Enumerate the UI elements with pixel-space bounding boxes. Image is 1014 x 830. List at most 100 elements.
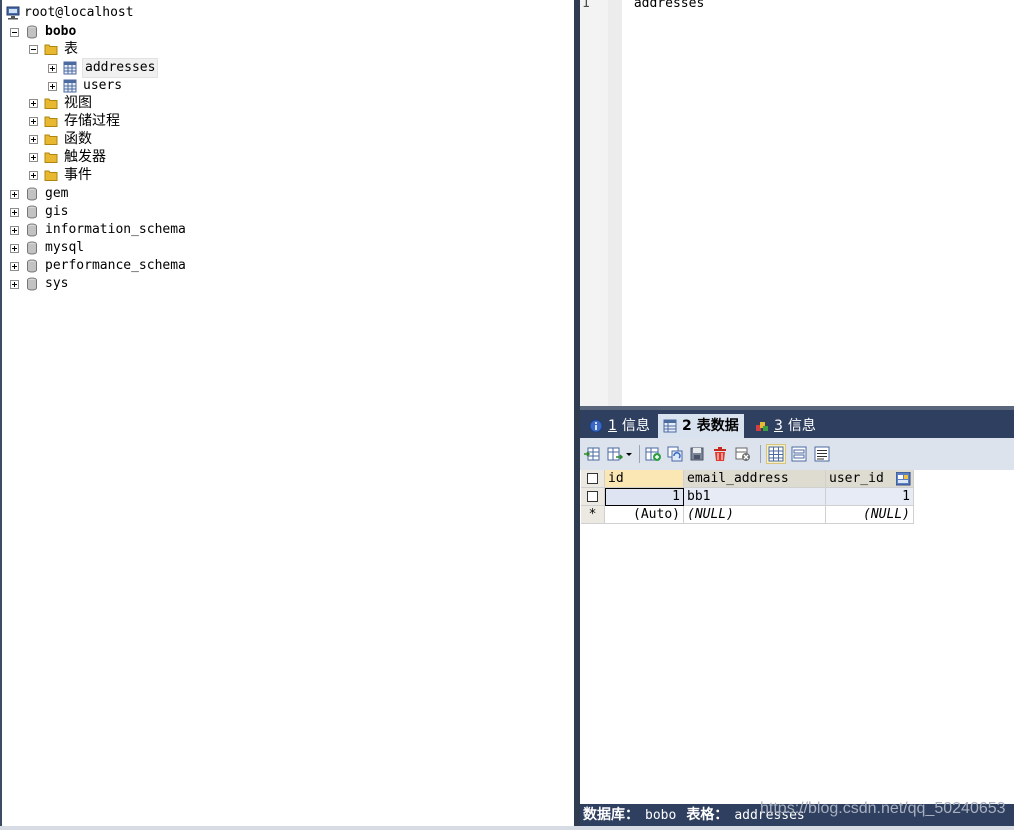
table-icon bbox=[63, 79, 77, 93]
cancel-icon bbox=[735, 447, 750, 461]
database-icon bbox=[27, 259, 37, 273]
collapse-toggle[interactable] bbox=[10, 27, 19, 37]
folder-label: 视图 bbox=[64, 95, 92, 111]
cell-email-address[interactable]: bb1 bbox=[684, 488, 826, 506]
column-header-user-id[interactable]: user_id bbox=[826, 470, 914, 488]
tree-root-connection[interactable]: root@localhost bbox=[6, 4, 134, 22]
expand-toggle[interactable] bbox=[29, 98, 38, 108]
column-picker-icon[interactable] bbox=[896, 472, 912, 486]
duplicate-row-button[interactable] bbox=[666, 445, 684, 463]
folder-icon bbox=[44, 116, 58, 127]
form-view-icon bbox=[791, 446, 807, 462]
delete-row-icon bbox=[714, 447, 726, 461]
tree-table-users[interactable]: users bbox=[48, 77, 122, 95]
info-icon bbox=[589, 419, 603, 433]
folder-icon bbox=[44, 170, 58, 181]
database-icon bbox=[27, 25, 37, 39]
tree-folder-triggers[interactable]: 触发器 bbox=[29, 148, 106, 166]
grid-view-button[interactable] bbox=[766, 444, 786, 464]
tree-db-gem[interactable]: gem bbox=[10, 185, 68, 203]
window-bottom-edge bbox=[0, 826, 1014, 830]
expand-toggle[interactable] bbox=[48, 81, 57, 91]
database-icon bbox=[27, 187, 37, 201]
column-header-email-address[interactable]: email_address bbox=[684, 470, 826, 488]
tree-folder-procedures[interactable]: 存储过程 bbox=[29, 112, 120, 130]
expand-toggle[interactable] bbox=[29, 116, 38, 126]
grid-view-icon bbox=[768, 446, 784, 462]
expand-toggle[interactable] bbox=[10, 243, 19, 253]
folder-label: 表 bbox=[64, 41, 78, 57]
expand-toggle[interactable] bbox=[48, 63, 57, 73]
expand-toggle[interactable] bbox=[10, 207, 19, 217]
cell-email-address[interactable]: (NULL) bbox=[684, 506, 826, 524]
database-icon bbox=[27, 223, 37, 237]
result-tab-strip: 1 信息 2 表数据 3 信息 bbox=[580, 406, 1014, 438]
tree-folder-functions[interactable]: 函数 bbox=[29, 130, 92, 148]
folder-icon bbox=[44, 44, 58, 55]
tree-folder-views[interactable]: 视图 bbox=[29, 94, 92, 112]
db-label: gem bbox=[45, 186, 69, 201]
expand-toggle[interactable] bbox=[10, 279, 19, 289]
tab-info[interactable]: 1 信息 bbox=[584, 414, 655, 438]
database-icon bbox=[27, 205, 37, 219]
cell-user-id[interactable]: (NULL) bbox=[826, 506, 914, 524]
tab-number: 1 bbox=[608, 418, 617, 434]
tab-label: 信息 bbox=[787, 418, 816, 434]
folder-label: 触发器 bbox=[64, 149, 106, 165]
column-header-id[interactable]: id bbox=[605, 470, 684, 488]
cancel-changes-button[interactable] bbox=[734, 445, 752, 463]
status-db-value: bobo bbox=[645, 808, 677, 823]
form-view-button[interactable] bbox=[790, 445, 808, 463]
query-editor[interactable]: 1 `addresses` bbox=[580, 0, 1014, 406]
folder-label: 存储过程 bbox=[64, 113, 120, 129]
expand-toggle[interactable] bbox=[29, 170, 38, 180]
line-number: 1 bbox=[582, 0, 590, 11]
db-label: sys bbox=[45, 276, 69, 291]
folder-label: 事件 bbox=[64, 167, 92, 183]
tree-db-bobo[interactable]: bobo bbox=[10, 23, 76, 41]
status-db-label: 数据库： bbox=[583, 807, 639, 823]
tab-number: 2 bbox=[682, 418, 692, 434]
save-button[interactable] bbox=[688, 445, 706, 463]
duplicate-row-icon bbox=[667, 446, 683, 462]
db-label: information_schema bbox=[45, 222, 186, 237]
row-select-checkbox[interactable] bbox=[581, 488, 605, 506]
checkbox-icon bbox=[587, 491, 598, 502]
tree-db-mysql[interactable]: mysql bbox=[10, 239, 84, 257]
table-label: addresses bbox=[81, 58, 159, 78]
import-button[interactable] bbox=[583, 445, 601, 463]
cell-id[interactable]: (Auto) bbox=[605, 506, 684, 524]
tab-table-data[interactable]: 2 表数据 bbox=[658, 414, 744, 438]
folder-icon bbox=[44, 152, 58, 163]
tree-table-addresses[interactable]: addresses bbox=[48, 58, 159, 78]
tree-db-sys[interactable]: sys bbox=[10, 275, 68, 293]
expand-toggle[interactable] bbox=[10, 261, 19, 271]
delete-row-button[interactable] bbox=[711, 445, 729, 463]
table-data-icon bbox=[663, 419, 677, 433]
cell-user-id[interactable]: 1 bbox=[826, 488, 914, 506]
export-button[interactable] bbox=[606, 445, 634, 463]
expand-toggle[interactable] bbox=[10, 189, 19, 199]
insert-row-icon bbox=[645, 447, 661, 461]
tab-number: 3 bbox=[774, 418, 783, 434]
text-view-button[interactable] bbox=[813, 445, 831, 463]
tree-db-performance-schema[interactable]: performance_schema bbox=[10, 257, 186, 275]
expand-toggle[interactable] bbox=[29, 152, 38, 162]
tab-table-info[interactable]: 3 信息 bbox=[750, 414, 821, 438]
expand-toggle[interactable] bbox=[29, 134, 38, 144]
table-label: users bbox=[83, 78, 123, 93]
tree-db-information-schema[interactable]: information_schema bbox=[10, 221, 186, 239]
import-icon bbox=[584, 447, 600, 461]
tree-folder-events[interactable]: 事件 bbox=[29, 166, 92, 184]
toolbar-separator bbox=[639, 445, 640, 463]
editor-code-line[interactable]: `addresses` bbox=[626, 0, 712, 11]
insert-row-button[interactable] bbox=[644, 445, 662, 463]
collapse-toggle[interactable] bbox=[29, 44, 38, 54]
select-all-checkbox[interactable] bbox=[581, 470, 605, 488]
cell-id[interactable]: 1 bbox=[605, 488, 684, 506]
expand-toggle[interactable] bbox=[10, 225, 19, 235]
result-panel: 1 信息 2 表数据 3 信息 id email_address user_id… bbox=[580, 406, 1014, 830]
checkbox-icon bbox=[587, 473, 598, 484]
tree-db-gis[interactable]: gis bbox=[10, 203, 68, 221]
tree-folder-tables[interactable]: 表 bbox=[29, 40, 78, 58]
